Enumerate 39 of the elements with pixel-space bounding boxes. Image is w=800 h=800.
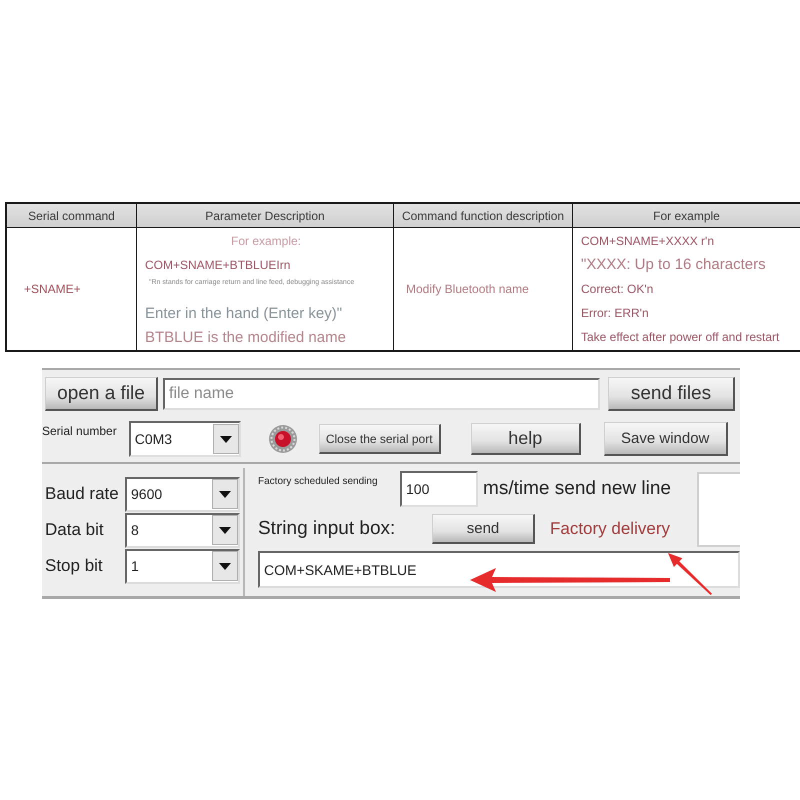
column-header: Parameter Description (136, 203, 394, 228)
caret-icon (212, 424, 239, 454)
settings-dropdown[interactable]: 8 (125, 512, 240, 548)
send-button[interactable]: send (432, 514, 535, 544)
settings-dropdown[interactable]: 1 (125, 548, 240, 584)
description-line: Enter in the hand (Enter key)" (145, 304, 342, 324)
column-header: Serial command (6, 203, 136, 228)
interval-field[interactable]: 100 (400, 471, 478, 507)
field-label: Baud rate (44, 484, 120, 504)
caret-icon (212, 515, 238, 545)
settings-dropdown[interactable]: 9600 (125, 476, 240, 512)
description-line: For example: (230, 233, 302, 250)
help-button[interactable]: help (470, 423, 581, 455)
unit-label: ms/time send new line (483, 478, 671, 500)
serial-port-dropdown[interactable]: C0M3 (128, 421, 241, 457)
field-label: String input box: (258, 518, 396, 540)
send-files-button[interactable]: send files (608, 377, 735, 411)
example-line: Correct: OK'n (581, 281, 654, 298)
caret-icon (212, 479, 238, 509)
example-line: Take effect after power off and restart (581, 329, 780, 346)
caret-icon (212, 551, 238, 581)
field-label: Data bit (44, 520, 105, 540)
column-header: For example (572, 203, 800, 228)
example-line: Error: ERR'n (581, 305, 649, 322)
status-light-icon (268, 424, 298, 454)
description-line: COM+SNAME+BTBLUEIrn (145, 257, 290, 274)
string-input-field[interactable]: COM+SKAME+BTBLUE (258, 551, 740, 588)
annotation-text: Factory delivery (550, 519, 670, 539)
field-label: Stop bit (44, 556, 104, 576)
field-label: Serial number (42, 424, 117, 438)
field-label: Factory scheduled sending (258, 476, 379, 487)
open-file-button[interactable]: open a file (45, 377, 158, 411)
file-name-field[interactable]: file name (163, 378, 600, 410)
close-port-button[interactable]: Close the serial port (318, 424, 441, 454)
example-line: COM+SNAME+XXXX r'n (581, 233, 714, 250)
save-window-button[interactable]: Save window (604, 422, 728, 456)
column-header: Command function description (394, 203, 572, 228)
example-line: "XXXX: Up to 16 characters (581, 255, 766, 275)
description-line: BTBLUE is the modified name (145, 328, 346, 348)
